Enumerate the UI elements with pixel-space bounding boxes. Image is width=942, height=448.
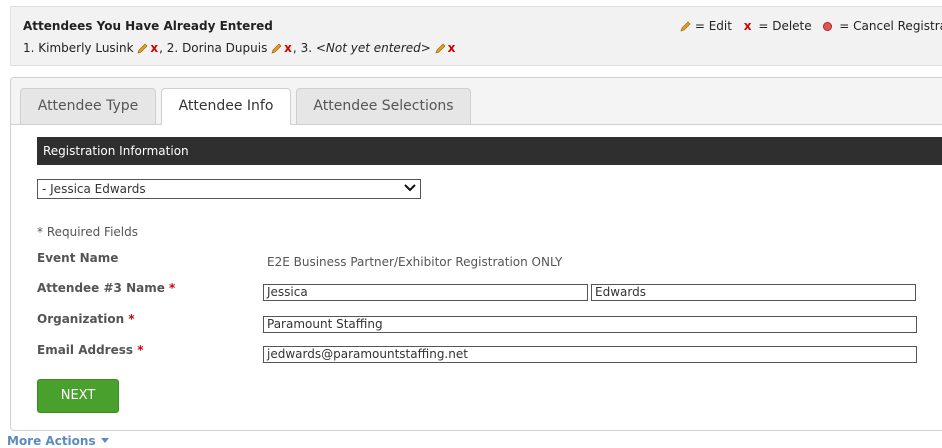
registration-information-header: Registration Information bbox=[37, 137, 942, 165]
attendee-name: Dorina Dupuis bbox=[182, 41, 268, 55]
attendees-entered-panel: Attendees You Have Already Entered = Edi… bbox=[10, 6, 942, 66]
delete-x-icon[interactable]: x bbox=[284, 41, 292, 55]
tab-attendee-type[interactable]: Attendee Type bbox=[20, 88, 156, 124]
organization-input[interactable]: Paramount Staffing bbox=[263, 316, 917, 333]
attendees-entered-title: Attendees You Have Already Entered bbox=[23, 19, 273, 33]
delete-x-icon: x bbox=[743, 19, 752, 33]
caret-down-icon bbox=[100, 438, 109, 443]
required-star: * bbox=[128, 312, 135, 326]
attendee-item: 3. <Not yet entered> x bbox=[300, 41, 456, 57]
attendee-select[interactable]: - Jessica Edwards bbox=[37, 179, 421, 199]
attendee-item: 2. Dorina Dupuis x, bbox=[166, 41, 297, 57]
chevron-down-icon bbox=[404, 180, 416, 198]
legend-cancel-text: = Cancel Registrant bbox=[839, 19, 942, 33]
edit-pencil-icon[interactable] bbox=[435, 43, 446, 57]
tab-attendee-selections[interactable]: Attendee Selections bbox=[296, 88, 471, 124]
attendee-name-label: Attendee #3 Name * bbox=[37, 281, 176, 295]
tab-attendee-info[interactable]: Attendee Info bbox=[161, 88, 291, 125]
attendee-select-value: - Jessica Edwards bbox=[42, 182, 146, 196]
pencil-icon bbox=[680, 21, 691, 35]
delete-x-icon[interactable]: x bbox=[448, 41, 456, 55]
edit-pencil-icon[interactable] bbox=[271, 43, 282, 57]
required-fields-note: * Required Fields bbox=[37, 225, 138, 239]
legend-edit-text: = Edit bbox=[694, 19, 732, 33]
more-actions-label: More Actions bbox=[7, 434, 96, 448]
next-button[interactable]: NEXT bbox=[37, 379, 119, 413]
last-name-input[interactable]: Edwards bbox=[591, 284, 916, 301]
action-legend: = Edit x = Delete = Cancel Registrant bbox=[680, 19, 942, 35]
more-actions-menu[interactable]: More Actions bbox=[7, 434, 109, 448]
email-input[interactable]: jedwards@paramountstaffing.net bbox=[263, 346, 917, 363]
event-name-value: E2E Business Partner/Exhibitor Registrat… bbox=[267, 255, 563, 269]
event-name-label: Event Name bbox=[37, 251, 119, 265]
required-star: * bbox=[137, 343, 144, 357]
attendee-name: Kimberly Lusink bbox=[38, 41, 134, 55]
tab-bar: Attendee Type Attendee Info Attendee Sel… bbox=[11, 78, 942, 125]
cancel-icon bbox=[823, 22, 833, 31]
required-star: * bbox=[169, 281, 176, 295]
attendee-item: 1. Kimberly Lusink x, bbox=[23, 41, 163, 57]
organization-label: Organization * bbox=[37, 312, 135, 326]
attendee-name: <Not yet entered> bbox=[315, 41, 431, 55]
legend-delete-text: = Delete bbox=[758, 19, 812, 33]
attendees-list: 1. Kimberly Lusink x, 2. Dorina Dupuis x… bbox=[23, 41, 456, 57]
first-name-input[interactable]: Jessica bbox=[263, 284, 588, 301]
delete-x-icon[interactable]: x bbox=[150, 41, 158, 55]
registration-panel: Attendee Type Attendee Info Attendee Sel… bbox=[10, 77, 942, 431]
email-label: Email Address * bbox=[37, 343, 144, 357]
edit-pencil-icon[interactable] bbox=[137, 43, 148, 57]
